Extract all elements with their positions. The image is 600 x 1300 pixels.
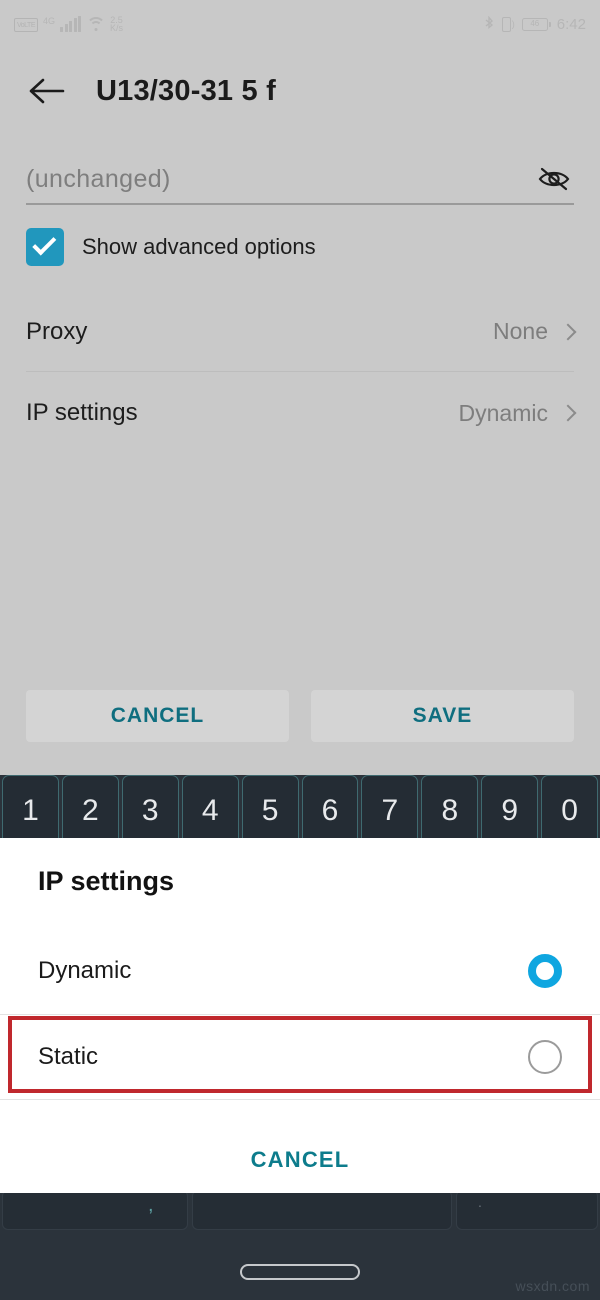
key-0[interactable]: 0 — [541, 775, 599, 847]
period-key-glyph: . — [478, 1194, 482, 1210]
page-title: U13/30-31 5 f — [96, 74, 276, 107]
battery-icon: 46 — [521, 17, 551, 31]
key-9[interactable]: 9 — [481, 775, 539, 847]
show-advanced-options-checkbox[interactable]: Show advanced options — [26, 228, 316, 266]
status-bar: VoLTE 4G 2.5 K/s ) 46 6:42 — [0, 0, 600, 48]
volte-icon: VoLTE — [14, 18, 38, 32]
key-4[interactable]: 4 — [181, 775, 239, 847]
key-3[interactable]: 3 — [121, 775, 179, 847]
wifi-icon — [86, 17, 106, 32]
home-gesture-pill[interactable] — [240, 1264, 360, 1280]
space-key[interactable] — [192, 1190, 452, 1230]
save-button[interactable]: SAVE — [311, 690, 574, 742]
network-type-label: 4G — [43, 16, 56, 26]
key-6[interactable]: 6 — [301, 775, 359, 847]
watermark-label: wsxdn.com — [515, 1278, 590, 1294]
cellular-signal-icon — [60, 16, 82, 32]
dialog-option-static-label: Static — [38, 1043, 99, 1070]
dialog-option-static[interactable]: Static — [0, 1016, 600, 1098]
cancel-button[interactable]: CANCEL — [26, 690, 289, 742]
chevron-right-icon — [559, 404, 577, 422]
ip-settings-dialog: IP settings Dynamic Static CANCEL — [0, 838, 600, 1193]
battery-percent-label: 46 — [530, 19, 540, 28]
dialog-cancel-button[interactable]: CANCEL — [0, 1147, 600, 1173]
back-arrow-icon[interactable] — [26, 70, 68, 112]
bluetooth-icon — [483, 15, 495, 33]
setting-row-ip-settings[interactable]: IP settings Dynamic — [26, 373, 577, 453]
proxy-value: None — [493, 318, 548, 344]
dialog-option-dynamic[interactable]: Dynamic — [0, 930, 600, 1012]
ip-settings-label: IP settings — [26, 399, 138, 426]
show-advanced-options-label: Show advanced options — [82, 234, 316, 259]
status-bar-right: ) 46 6:42 — [483, 15, 586, 33]
wifi-network-edit-page: VoLTE 4G 2.5 K/s ) 46 6:42 U13/30-31 5 f… — [0, 0, 600, 790]
radio-unselected-icon[interactable] — [528, 1040, 562, 1074]
data-rate-indicator: 2.5 K/s — [110, 16, 124, 33]
checkbox-checked-icon[interactable] — [26, 228, 64, 266]
dialog-divider — [0, 1014, 600, 1015]
app-bar: U13/30-31 5 f — [0, 52, 600, 130]
data-rate-unit: K/s — [110, 23, 124, 33]
chevron-right-icon — [559, 323, 577, 340]
ip-settings-value: Dynamic — [458, 399, 548, 426]
setting-row-proxy[interactable]: Proxy None — [26, 292, 577, 372]
eye-off-icon[interactable] — [534, 163, 574, 195]
password-input[interactable]: (unchanged) — [26, 165, 534, 194]
status-bar-left: VoLTE 4G 2.5 K/s — [14, 16, 124, 33]
key-5[interactable]: 5 — [241, 775, 299, 847]
key-partial-left[interactable] — [2, 1190, 188, 1230]
clock-label: 6:42 — [556, 15, 586, 33]
dialog-option-dynamic-label: Dynamic — [38, 957, 132, 984]
comma-key-glyph: , — [148, 1194, 154, 1216]
key-2[interactable]: 2 — [61, 775, 119, 847]
key-8[interactable]: 8 — [421, 775, 479, 847]
keyboard-bottom-row-partial: , . — [0, 1190, 600, 1230]
radio-selected-icon[interactable] — [528, 954, 562, 988]
key-7[interactable]: 7 — [361, 775, 419, 847]
proxy-label: Proxy — [26, 317, 88, 345]
keyboard-number-row: 1 2 3 4 5 6 7 8 9 0 — [0, 775, 600, 847]
vibrate-icon: ) — [501, 16, 515, 32]
form-action-buttons: CANCEL SAVE — [26, 690, 574, 742]
dialog-title: IP settings — [38, 866, 175, 896]
key-1[interactable]: 1 — [2, 775, 59, 847]
phone-screen: VoLTE 4G 2.5 K/s ) 46 6:42 U13/30-31 5 f… — [0, 0, 600, 1300]
password-field[interactable]: (unchanged) — [26, 155, 574, 205]
dialog-divider — [0, 1099, 600, 1100]
